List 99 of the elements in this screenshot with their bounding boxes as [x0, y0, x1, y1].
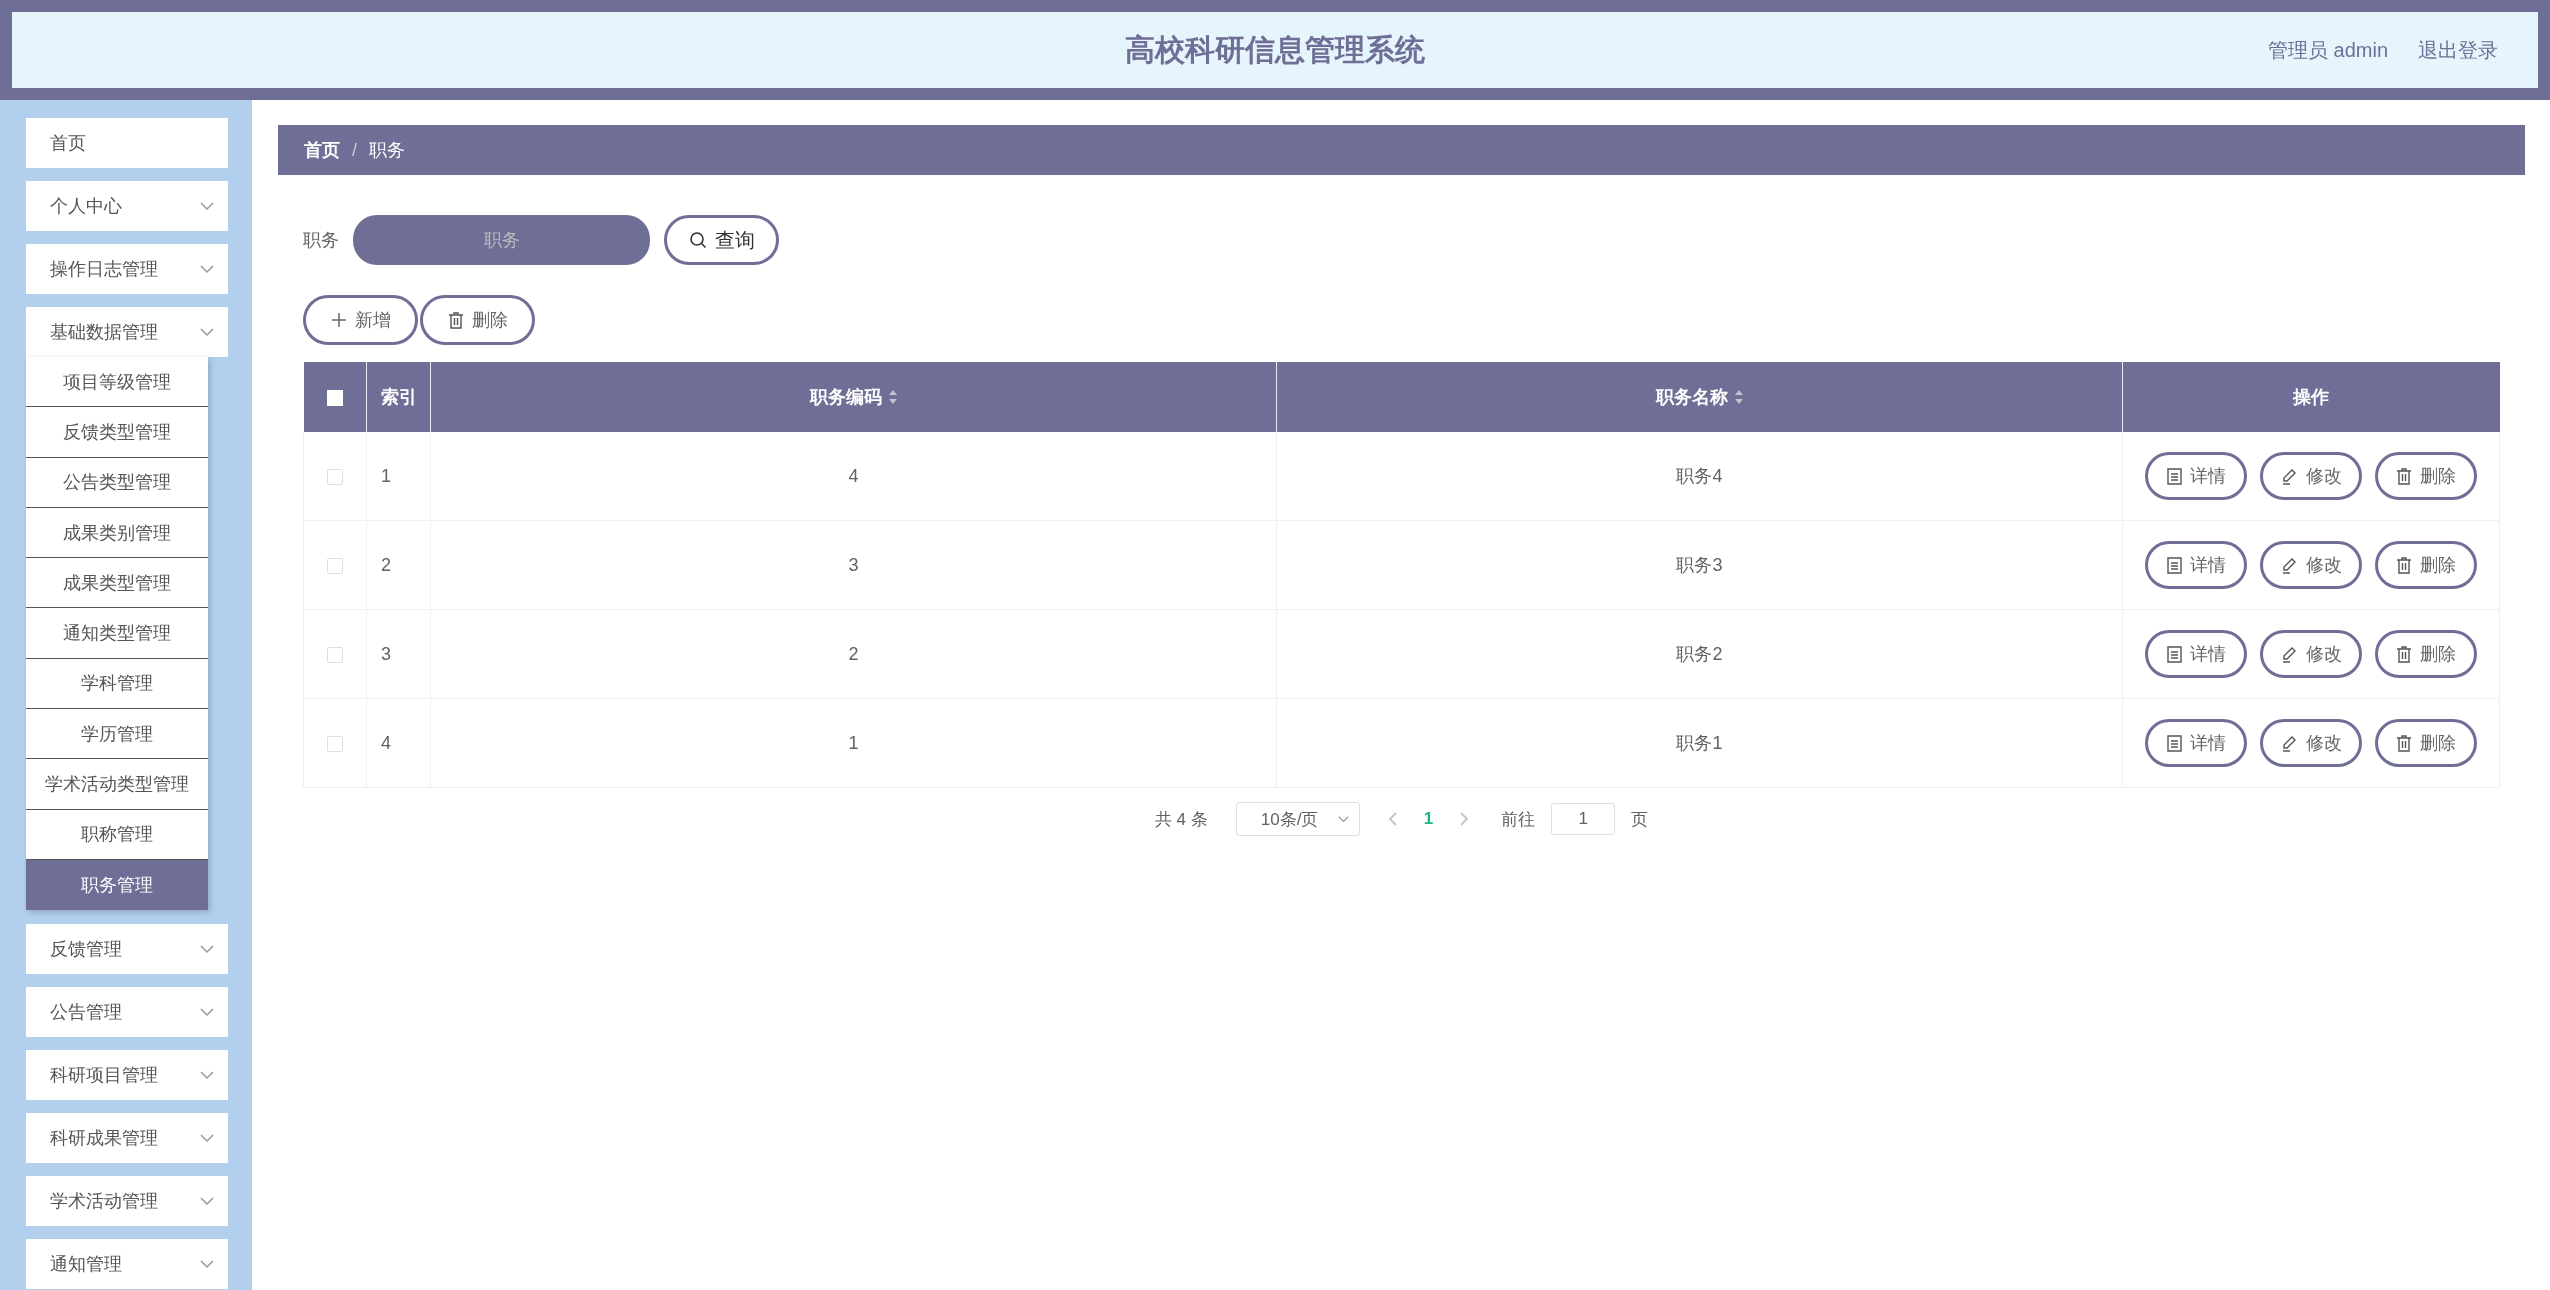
trash-icon	[2396, 645, 2412, 663]
table-cell: 4	[366, 698, 431, 788]
breadcrumb-separator: /	[352, 139, 357, 161]
user-label: 管理员 admin	[2267, 37, 2388, 63]
menu-item[interactable]: 基础数据管理	[26, 307, 228, 357]
breadcrumb-item[interactable]: 首页	[304, 138, 340, 162]
table-cell: 职务2	[1276, 609, 2123, 699]
chevron-down-icon	[200, 327, 214, 337]
trash-icon	[2396, 467, 2412, 485]
row-checkbox[interactable]	[327, 735, 343, 752]
edit-button[interactable]: 修改	[2260, 452, 2362, 500]
add-button[interactable]: 新增	[303, 295, 418, 345]
document-icon	[2166, 645, 2182, 663]
column-header[interactable]: 职务名称	[1276, 362, 2123, 432]
delete-button[interactable]: 删除	[2375, 452, 2477, 500]
menu-item[interactable]: 操作日志管理	[26, 244, 228, 294]
submenu-item[interactable]: 学历管理	[26, 709, 208, 760]
submenu-item[interactable]: 成果类别管理	[26, 507, 208, 559]
row-checkbox[interactable]	[327, 557, 343, 574]
sort-icon	[1733, 389, 1744, 405]
table-cell: 职务4	[1276, 432, 2123, 521]
table-cell: 1	[430, 698, 1277, 788]
detail-button[interactable]: 详情	[2145, 452, 2247, 500]
select-all-checkbox[interactable]	[326, 389, 343, 406]
chevron-down-icon	[200, 1007, 214, 1017]
column-header[interactable]: 职务编码	[430, 362, 1277, 432]
table-cell: 2	[430, 609, 1277, 699]
search-field[interactable]: 职务	[353, 215, 650, 265]
chevron-down-icon	[200, 1133, 214, 1143]
logout-link[interactable]: 退出登录	[2418, 36, 2498, 64]
document-icon	[2166, 734, 2182, 752]
submenu-item[interactable]: 公告类型管理	[26, 457, 208, 508]
submenu-item[interactable]: 通知类型管理	[26, 608, 208, 659]
column-header: 索引	[366, 362, 431, 432]
document-icon	[2166, 556, 2182, 574]
plus-icon	[330, 312, 347, 328]
menu-item[interactable]: 学术活动管理	[26, 1176, 228, 1227]
submenu-item[interactable]: 学科管理	[26, 658, 208, 710]
menu-item[interactable]: 首页	[26, 118, 228, 168]
chevron-down-icon	[200, 1259, 214, 1269]
menu-item[interactable]: 公告管理	[26, 987, 228, 1038]
pencil-icon	[2280, 645, 2298, 663]
table-cell: 职务3	[1276, 520, 2123, 610]
trash-icon	[447, 311, 464, 329]
submenu-item[interactable]: 学术活动类型管理	[26, 759, 208, 810]
chevron-down-icon	[200, 944, 214, 954]
row-checkbox[interactable]	[327, 646, 343, 663]
detail-button[interactable]: 详情	[2145, 630, 2247, 678]
table-cell: 3	[366, 609, 431, 699]
delete-button[interactable]: 删除	[2375, 719, 2477, 767]
page-size-select[interactable]: 10条/页	[1235, 802, 1360, 836]
chevron-down-icon	[200, 264, 214, 274]
detail-button[interactable]: 详情	[2145, 541, 2247, 589]
app-title: 高校科研信息管理系统	[1125, 31, 1425, 68]
delete-button[interactable]: 删除	[2375, 541, 2477, 589]
edit-button[interactable]: 修改	[2260, 630, 2362, 678]
table-cell: 4	[430, 432, 1277, 521]
pencil-icon	[2280, 734, 2298, 752]
breadcrumb-item: 职务	[369, 139, 405, 162]
goto-label: 前往	[1501, 808, 1536, 831]
document-icon	[2166, 467, 2182, 485]
dropdown-chevron-icon	[1337, 815, 1349, 823]
menu-item[interactable]: 科研成果管理	[26, 1113, 228, 1164]
page-suffix: 页	[1631, 808, 1649, 831]
detail-button[interactable]: 详情	[2145, 719, 2247, 767]
chevron-left-icon[interactable]	[1387, 811, 1398, 827]
delete-button[interactable]: 删除	[420, 295, 535, 345]
sort-icon	[887, 389, 898, 405]
edit-button[interactable]: 修改	[2260, 541, 2362, 589]
pencil-icon	[2280, 556, 2298, 574]
menu-item[interactable]: 通知管理	[26, 1239, 228, 1290]
edit-button[interactable]: 修改	[2260, 719, 2362, 767]
chevron-down-icon	[200, 201, 214, 211]
search-icon	[688, 231, 707, 249]
table-cell: 1	[366, 432, 431, 521]
menu-item[interactable]: 科研项目管理	[26, 1050, 228, 1101]
total-count: 共 4 条	[1154, 808, 1208, 831]
table-cell: 3	[430, 520, 1277, 610]
goto-page-field[interactable]: 1	[1551, 803, 1616, 835]
submenu-item[interactable]: 反馈类型管理	[26, 407, 208, 458]
table-cell: 2	[366, 520, 431, 610]
chevron-down-icon	[200, 1070, 214, 1080]
chevron-right-icon[interactable]	[1459, 811, 1470, 827]
column-header: 操作	[2122, 362, 2500, 432]
delete-button[interactable]: 删除	[2375, 630, 2477, 678]
menu-item[interactable]: 个人中心	[26, 181, 228, 231]
submenu-item[interactable]: 成果类型管理	[26, 558, 208, 609]
menu-item[interactable]: 反馈管理	[26, 924, 228, 975]
trash-icon	[2396, 556, 2412, 574]
search-label: 职务	[303, 229, 339, 252]
trash-icon	[2396, 734, 2412, 752]
submenu-item[interactable]: 职务管理	[26, 859, 208, 911]
search-button[interactable]: 查询	[664, 215, 779, 265]
table-cell: 职务1	[1276, 698, 2123, 788]
chevron-down-icon	[200, 1196, 214, 1206]
submenu-item[interactable]: 项目等级管理	[26, 357, 208, 408]
submenu-item[interactable]: 职称管理	[26, 809, 208, 860]
row-checkbox[interactable]	[327, 468, 343, 485]
pencil-icon	[2280, 467, 2298, 485]
